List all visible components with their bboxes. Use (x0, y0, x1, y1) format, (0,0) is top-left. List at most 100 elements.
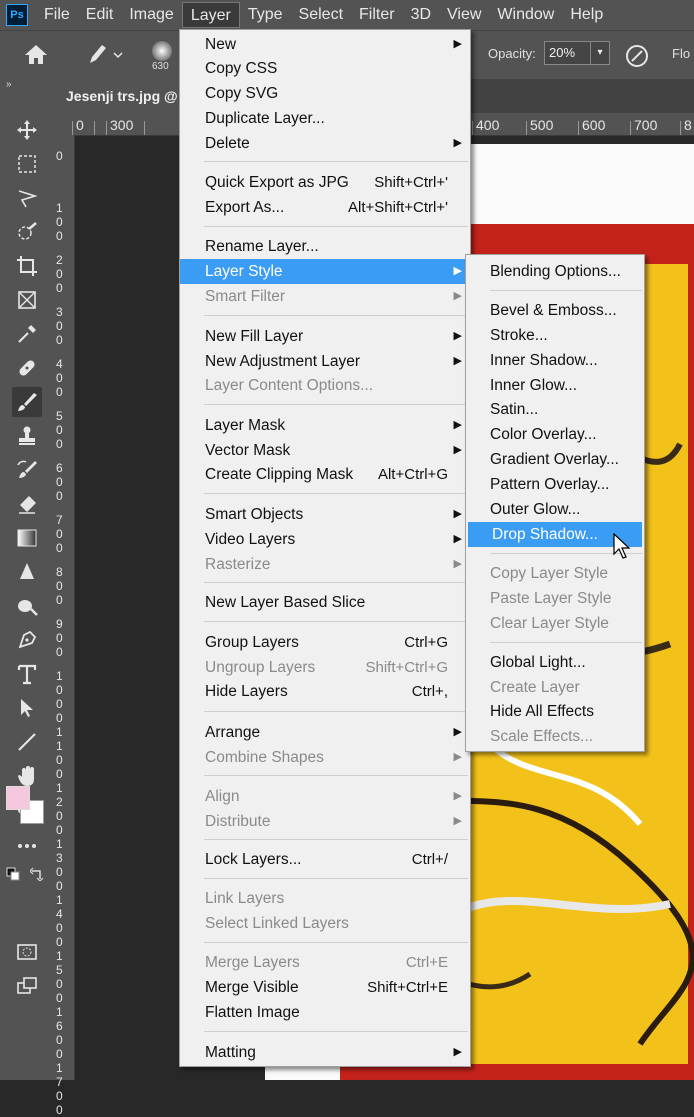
menu-type[interactable]: Type (240, 2, 291, 28)
menu-item-paste-layer-style[interactable]: Paste Layer Style (466, 586, 644, 611)
menu-item-combine-shapes[interactable]: Combine Shapes ▶ (180, 745, 470, 770)
quick-selection-tool-icon[interactable] (12, 217, 42, 247)
menu-3d[interactable]: 3D (403, 2, 439, 28)
menu-item-smart-filter[interactable]: Smart Filter ▶ (180, 284, 470, 309)
menu-item-delete[interactable]: Delete ▶ (180, 131, 470, 156)
document-tab[interactable]: Jesenji trs.jpg @ (54, 79, 184, 113)
frame-tool-icon[interactable] (12, 285, 42, 315)
menu-item-new-adjustment-layer[interactable]: New Adjustment Layer ▶ (180, 349, 470, 374)
menu-item-inner-glow[interactable]: Inner Glow... (466, 373, 644, 398)
menu-item-stroke[interactable]: Stroke... (466, 323, 644, 348)
menu-edit[interactable]: Edit (78, 2, 122, 28)
menu-item-inner-shadow[interactable]: Inner Shadow... (466, 348, 644, 373)
ruler-label: 400 (476, 117, 500, 133)
menu-item-pattern-overlay[interactable]: Pattern Overlay... (466, 472, 644, 497)
menu-help[interactable]: Help (562, 2, 611, 28)
menu-layer[interactable]: Layer (181, 2, 240, 28)
menu-item-align[interactable]: Align ▶ (180, 784, 470, 809)
submenu-arrow-icon: ▶ (453, 444, 462, 456)
marquee-tool-icon[interactable] (12, 149, 42, 179)
menu-filter[interactable]: Filter (351, 2, 403, 28)
menu-item-rasterize[interactable]: Rasterize ▶ (180, 552, 470, 577)
menu-item-layer-content-options[interactable]: Layer Content Options... (180, 373, 470, 398)
dodge-tool-icon[interactable] (12, 591, 42, 621)
swap-colors-icon[interactable] (29, 867, 44, 882)
menu-item-copy-svg[interactable]: Copy SVG (180, 81, 470, 106)
blur-tool-icon[interactable] (12, 557, 42, 587)
menu-item-new[interactable]: New ▶ (180, 32, 470, 57)
menu-item-distribute[interactable]: Distribute ▶ (180, 809, 470, 834)
menu-item-vector-mask[interactable]: Vector Mask ▶ (180, 438, 470, 463)
menu-item-arrange[interactable]: Arrange ▶ (180, 720, 470, 745)
photoshop-logo: Ps (6, 4, 28, 26)
menu-item-blending-options[interactable]: Blending Options... (466, 259, 644, 284)
menu-item-gradient-overlay[interactable]: Gradient Overlay... (466, 447, 644, 472)
menu-select[interactable]: Select (291, 2, 351, 28)
type-tool-icon[interactable] (12, 659, 42, 689)
menu-window[interactable]: Window (489, 2, 562, 28)
menu-item-lock-layers[interactable]: Lock Layers... Ctrl+/ (180, 847, 470, 872)
menu-item-hide-layers[interactable]: Hide Layers Ctrl+, (180, 679, 470, 704)
menu-item-layer-mask[interactable]: Layer Mask ▶ (180, 413, 470, 438)
menu-item-smart-objects[interactable]: Smart Objects ▶ (180, 502, 470, 527)
pen-tool-icon[interactable] (12, 625, 42, 655)
clone-stamp-tool-icon[interactable] (12, 421, 42, 451)
menu-item-color-overlay[interactable]: Color Overlay... (466, 422, 644, 447)
menu-item-satin[interactable]: Satin... (466, 397, 644, 422)
menu-item-select-linked-layers[interactable]: Select Linked Layers (180, 911, 470, 936)
healing-brush-tool-icon[interactable] (12, 353, 42, 383)
home-icon[interactable] (22, 43, 50, 67)
chevron-down-icon[interactable]: ▾ (590, 42, 609, 64)
menu-item-flatten-image[interactable]: Flatten Image (180, 1000, 470, 1025)
menu-item-rename-layer[interactable]: Rename Layer... (180, 234, 470, 259)
move-tool-icon[interactable] (12, 115, 42, 145)
menu-item-link-layers[interactable]: Link Layers (180, 886, 470, 911)
eraser-tool-icon[interactable] (12, 489, 42, 519)
screen-mode-icon[interactable] (12, 971, 42, 1001)
menu-item-video-layers[interactable]: Video Layers ▶ (180, 527, 470, 552)
lasso-tool-icon[interactable] (12, 183, 42, 213)
menu-item-new-fill-layer[interactable]: New Fill Layer ▶ (180, 324, 470, 349)
menu-image[interactable]: Image (121, 2, 181, 28)
menu-item-group-layers[interactable]: Group Layers Ctrl+G (180, 630, 470, 655)
more-tools-icon[interactable] (12, 831, 42, 861)
collapse-panel-icon[interactable]: » (0, 79, 54, 93)
eyedropper-tool-icon[interactable] (12, 319, 42, 349)
menu-item-bevel-emboss[interactable]: Bevel & Emboss... (466, 298, 644, 323)
menu-item-create-clipping-mask[interactable]: Create Clipping Mask Alt+Ctrl+G (180, 462, 470, 487)
menu-item-export-as[interactable]: Export As... Alt+Shift+Ctrl+' (180, 195, 470, 220)
default-colors-icon[interactable] (6, 867, 20, 881)
menu-item-duplicate-layer[interactable]: Duplicate Layer... (180, 106, 470, 131)
brush-preset-picker[interactable] (78, 41, 128, 71)
pressure-opacity-icon[interactable] (624, 43, 650, 69)
menu-file[interactable]: File (36, 2, 78, 28)
crop-tool-icon[interactable] (12, 251, 42, 281)
foreground-color-swatch[interactable] (6, 786, 30, 810)
menu-item-clear-layer-style[interactable]: Clear Layer Style (466, 611, 644, 636)
history-brush-tool-icon[interactable] (12, 455, 42, 485)
menu-item-matting[interactable]: Matting ▶ (180, 1040, 470, 1065)
menu-item-global-light[interactable]: Global Light... (466, 650, 644, 675)
opacity-input[interactable]: 20% ▾ (544, 41, 610, 65)
opacity-value: 20% (549, 45, 576, 60)
quick-mask-icon[interactable] (12, 937, 42, 967)
menu-item-hide-all-effects[interactable]: Hide All Effects (466, 699, 644, 724)
gradient-tool-icon[interactable] (12, 523, 42, 553)
menu-item-new-layer-based-slice[interactable]: New Layer Based Slice (180, 590, 470, 615)
ruler-label: 1600 (56, 1005, 63, 1061)
line-tool-icon[interactable] (12, 727, 42, 757)
menu-item-quick-export[interactable]: Quick Export as JPG Shift+Ctrl+' (180, 170, 470, 195)
menu-item-create-layer[interactable]: Create Layer (466, 675, 644, 700)
path-selection-tool-icon[interactable] (12, 693, 42, 723)
menu-item-copy-layer-style[interactable]: Copy Layer Style (466, 561, 644, 586)
menu-item-scale-effects[interactable]: Scale Effects... (466, 724, 644, 749)
submenu-arrow-icon: ▶ (453, 38, 462, 50)
brush-tool-icon[interactable] (12, 387, 42, 417)
menu-item-copy-css[interactable]: Copy CSS (180, 56, 470, 81)
menu-item-merge-layers[interactable]: Merge Layers Ctrl+E (180, 950, 470, 975)
menu-item-merge-visible[interactable]: Merge Visible Shift+Ctrl+E (180, 975, 470, 1000)
menu-item-layer-style[interactable]: Layer Style ▶ (180, 259, 470, 284)
menu-item-outer-glow[interactable]: Outer Glow... (466, 497, 644, 522)
menu-item-ungroup-layers[interactable]: Ungroup Layers Shift+Ctrl+G (180, 655, 470, 680)
menu-view[interactable]: View (439, 2, 489, 28)
